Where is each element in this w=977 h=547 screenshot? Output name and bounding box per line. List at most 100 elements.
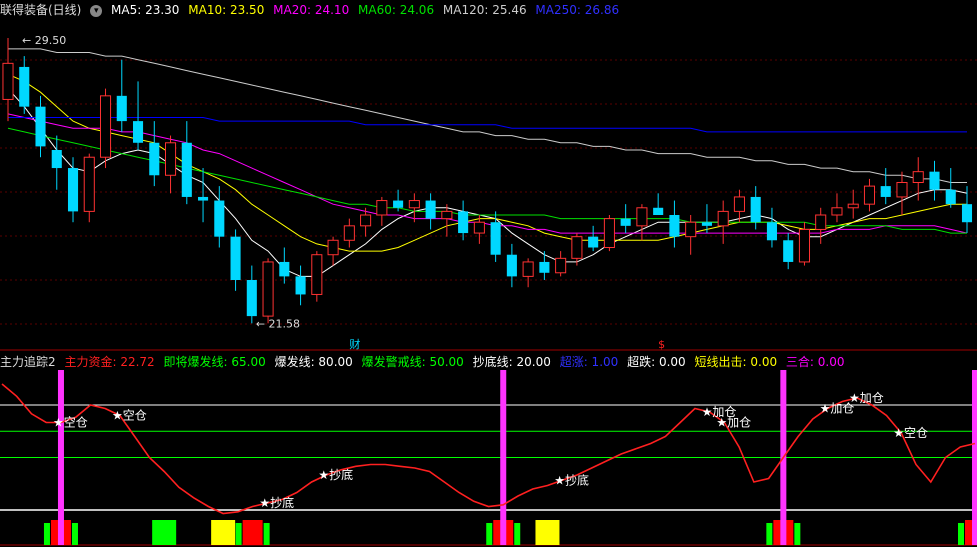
signal-label: ★抄底 (554, 472, 589, 487)
candle-body-down (246, 280, 257, 317)
signal-label: ★加仓 (849, 391, 884, 405)
ma60-label: MA60: 24.06 (358, 3, 435, 17)
over-label: 超跌: 0.00 (627, 355, 686, 369)
signal-stair (486, 523, 493, 545)
signal-label: ★空仓 (53, 416, 88, 430)
signal-block-yellow (211, 520, 236, 545)
candle-body-down (198, 196, 209, 201)
candle-body-up (360, 214, 372, 227)
candle-body-down (961, 204, 973, 223)
candle-body-up (376, 200, 388, 216)
signal-stair (766, 523, 773, 545)
candle-body-up (912, 171, 924, 184)
candle-body-down (945, 189, 956, 205)
candle-body-down (35, 106, 46, 147)
burst-label: 爆发线: 80.00 (274, 355, 353, 369)
ma250-label: MA250: 26.86 (535, 3, 620, 17)
pink-signal-bar (57, 370, 64, 545)
ma20-label: MA20: 24.10 (273, 3, 350, 17)
candle-body-down (181, 142, 192, 197)
candle-body-up (343, 225, 355, 241)
dividend-marker: $ (658, 338, 665, 351)
signal-label: ★空仓 (112, 409, 147, 423)
signal-label: ★加仓 (716, 416, 751, 430)
signal-label: ★空仓 (893, 426, 928, 440)
candle-body-up (555, 257, 567, 274)
candle-body-down (783, 240, 794, 262)
candle-body-down (458, 211, 469, 234)
candle-body-down (669, 215, 680, 237)
candle-body-up (441, 210, 453, 220)
candle-body-down (279, 261, 290, 277)
signal-stair (235, 523, 242, 545)
candle-body-down (393, 200, 404, 208)
candle-body-up (327, 239, 339, 256)
pink-signal-bar (972, 370, 977, 545)
finance-marker: 财 (349, 337, 360, 351)
candle-body-down (132, 121, 144, 143)
ma5-label: MA5: 23.30 (111, 3, 180, 17)
main-fund-label: 主力资金: 22.72 (64, 355, 155, 369)
warn-label: 爆发警戒线: 50.00 (361, 355, 464, 369)
signal-stair (958, 523, 964, 545)
candle-body-down (653, 207, 664, 215)
candle-body-down (880, 186, 891, 197)
candle-body-up (571, 236, 583, 259)
candle-body-up (262, 261, 274, 317)
candle-body-up (165, 142, 177, 176)
candle-body-down (149, 142, 160, 176)
candle-body-up (2, 62, 14, 100)
menu-circle-icon[interactable]: ▾ (90, 4, 103, 17)
candle-body-down (506, 254, 517, 277)
ma-line-ma250 (8, 117, 967, 133)
candle-body-down (929, 171, 940, 190)
candle-body-up (83, 156, 95, 212)
candle-body-up (798, 228, 810, 263)
indicator-panel-header: 主力追踪2 主力资金: 22.72 即将爆发线: 65.00 爆发线: 80.0… (0, 353, 850, 371)
candle-body-up (408, 200, 420, 209)
bottom-label: 抄底线: 20.00 (472, 355, 551, 369)
candle-body-up (603, 218, 615, 249)
high-price-label: ← 29.50 (22, 34, 66, 47)
signal-label: ★抄底 (259, 495, 294, 510)
candle-body-up (863, 185, 876, 205)
candle-body-down (766, 222, 777, 241)
low-price-label: ← 21.58 (256, 317, 300, 330)
signal-block-yellow (535, 520, 560, 545)
candle-body-up (717, 210, 729, 227)
candle-body-up (896, 182, 908, 198)
candle-body-down (51, 150, 62, 169)
candle-body-up (522, 261, 534, 277)
candle-body-down (230, 236, 241, 280)
short-exit-label: 短线出击: 0.00 (694, 355, 778, 369)
candle-body-down (295, 276, 306, 295)
ma120-label: MA120: 25.46 (442, 3, 527, 17)
indicator-title: 主力追踪2 (0, 355, 56, 369)
ma-line-ma5 (7, 88, 968, 277)
candle-body-down (539, 261, 550, 273)
candle-body-down (588, 236, 599, 248)
signal-label: ★抄底 (318, 467, 353, 482)
candle-body-down (701, 222, 712, 226)
candle-body-down (750, 196, 761, 223)
candle-body-up (847, 203, 859, 209)
price-panel-header: 联得装备(日线) ▾ MA5: 23.30 MA10: 23.50 MA20: … (0, 1, 624, 19)
stock-title: 联得装备(日线) (0, 3, 82, 17)
candle-body-down (425, 200, 436, 219)
candle-body-down (116, 95, 127, 122)
candle-body-down (67, 168, 79, 212)
signal-block-green (152, 520, 177, 545)
chart-canvas: ← 29.50← 21.58财 $★空仓 ★空仓★抄底★抄底 ★抄底★加仓★加仓★加仓… (0, 34, 977, 546)
pink-signal-bar (500, 370, 507, 545)
candle-body-up (99, 95, 112, 158)
signal-stair (43, 523, 50, 545)
candle-body-up (311, 254, 323, 295)
candle-body-up (815, 214, 827, 230)
candle-body-down (19, 66, 30, 107)
candle-body-up (831, 207, 843, 216)
signal-block-red (242, 520, 263, 545)
surge-label: 超涨: 1.00 (559, 355, 619, 369)
candle-body-up (733, 196, 745, 212)
candle-body-down (214, 200, 225, 237)
stock-chart-window: ← 29.50 ← 21.58 财 $ ★空仓 ★空仓 ★抄底 ★抄底 ★抄底 ★加仓 ★加仓 ★加仓… (0, 0, 977, 547)
